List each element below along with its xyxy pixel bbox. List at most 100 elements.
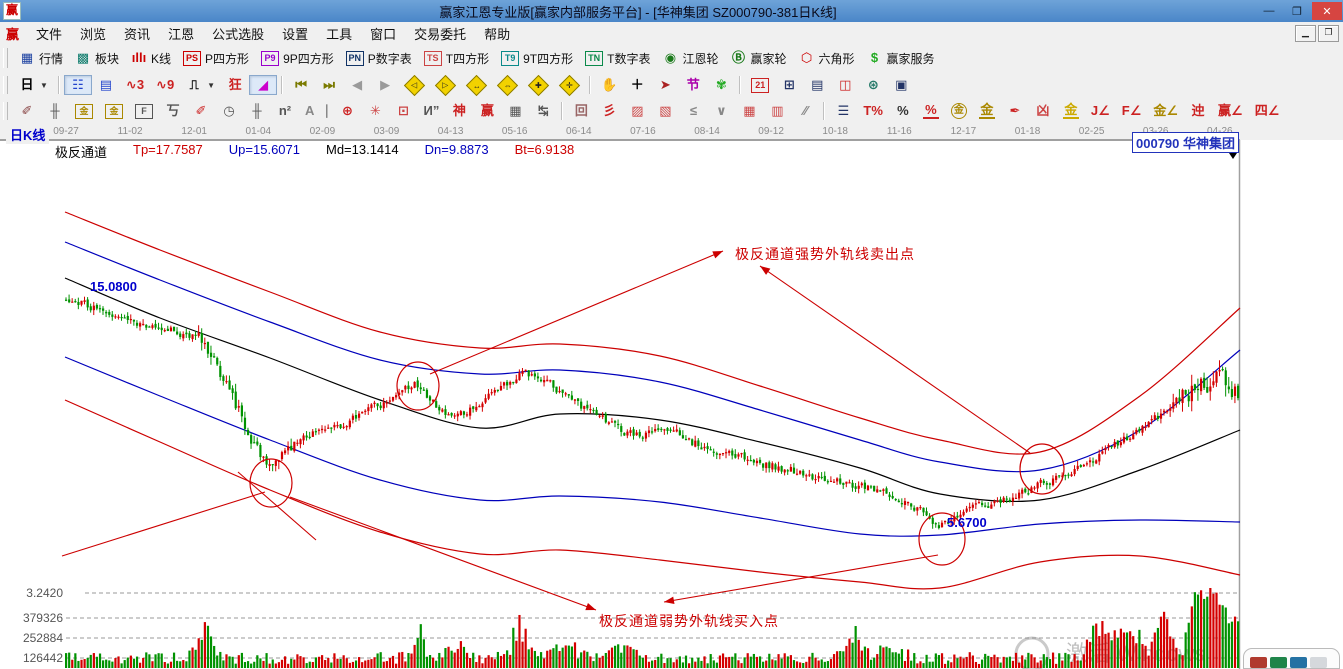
xiong-button[interactable]: 凶 — [1029, 101, 1057, 121]
spiral-button[interactable]: 丂 — [159, 101, 187, 121]
diamond-expand-button[interactable]: ✚ — [523, 75, 554, 96]
corner-box-button[interactable]: 回 — [567, 101, 595, 121]
menu-item-浏览[interactable]: 浏览 — [71, 22, 115, 45]
j-angle-button[interactable]: J∠ — [1085, 101, 1116, 121]
ying-button[interactable]: 赢 — [473, 101, 501, 121]
minimize-button[interactable]: — — [1256, 2, 1282, 20]
hash-lines-button[interactable]: ╫ — [41, 101, 69, 121]
menu-item-文件[interactable]: 文件 — [27, 22, 71, 45]
winner-wheel-button[interactable]: Ⓑ赢家轮 — [724, 48, 792, 69]
candle-style-dropdown[interactable]: ⎍▼ — [180, 75, 221, 95]
kline-chart-canvas[interactable]: 激活 Windows — [0, 124, 1343, 669]
menu-item-窗口[interactable]: 窗口 — [361, 22, 405, 45]
angle-rays-button[interactable]: ≤ — [679, 101, 707, 121]
mdi-minimize-button[interactable]: ▁ — [1295, 25, 1316, 42]
starburst-button[interactable]: ✳ — [361, 101, 389, 121]
diamond-hshrink-button[interactable]: ↔ — [461, 75, 492, 96]
price-pen-button[interactable]: ✐ — [187, 101, 215, 121]
gold-under-button[interactable]: 金 — [1057, 101, 1085, 121]
p-digit-button[interactable]: PNP数字表 — [340, 48, 418, 69]
period-tab-label[interactable]: 日K线 — [6, 125, 49, 144]
n2-button[interactable]: n² — [271, 101, 299, 121]
ying-angle-button[interactable]: 赢∠ — [1212, 101, 1249, 121]
hand-tool-button[interactable]: ✋ — [595, 75, 623, 95]
shade-box-1-button[interactable]: ▨ — [623, 101, 651, 121]
wave-9-button[interactable]: ∿9 — [150, 75, 180, 95]
draw-pen-button[interactable]: ✐ — [13, 101, 41, 121]
t9-square-button[interactable]: T99T四方形 — [495, 48, 579, 69]
f-angle-button[interactable]: F∠ — [1116, 101, 1148, 121]
menu-item-设置[interactable]: 设置 — [273, 22, 317, 45]
t-percent-button[interactable]: T% — [857, 101, 889, 121]
percent-button[interactable]: % — [889, 101, 917, 121]
n-mark-button[interactable]: И” — [417, 101, 445, 121]
menu-item-江恩[interactable]: 江恩 — [159, 22, 203, 45]
gold-circle-button[interactable]: 金 — [945, 101, 973, 121]
clock-button[interactable]: ◷ — [215, 101, 243, 121]
si-angle-button[interactable]: 四∠ — [1249, 101, 1286, 121]
kline-button[interactable]: ıllıK线 — [125, 48, 177, 69]
info-document-button[interactable]: ▤ — [92, 75, 120, 95]
calendar-button[interactable]: 21 — [745, 76, 775, 95]
gold-grid-1-button[interactable]: 金 — [69, 102, 99, 121]
close-button[interactable]: ✕ — [1312, 2, 1342, 20]
width-arrow-button[interactable]: ↹ — [529, 101, 557, 121]
diamond-shrink-button[interactable]: ✛ — [554, 75, 585, 96]
t-square-button[interactable]: TST四方形 — [418, 48, 495, 69]
diamond-right-button[interactable]: ▷ — [430, 75, 461, 96]
gann-wheel-button[interactable]: ◉江恩轮 — [656, 48, 724, 69]
network-button[interactable]: ⊛ — [859, 75, 887, 95]
pointer-tool-button[interactable]: ➤ — [651, 75, 679, 95]
chart-area[interactable]: 09-2711-0212-0101-0402-0903-0904-1305-16… — [0, 124, 1343, 669]
red-seal-button[interactable]: 狂 — [221, 75, 249, 95]
hexagon-button[interactable]: ⬡六角形 — [793, 48, 861, 69]
winner-service-button[interactable]: $赢家服务 — [861, 48, 941, 69]
slant-lines-button[interactable]: ∕∕ — [791, 101, 819, 121]
prev-bar-button[interactable]: ◀ — [343, 75, 371, 95]
menu-item-帮助[interactable]: 帮助 — [475, 22, 519, 45]
ink-brush-button[interactable]: ✒ — [1001, 101, 1029, 121]
calculator-button[interactable]: ⊞ — [775, 75, 803, 95]
compress-pattern-button[interactable]: ☷ — [64, 75, 92, 95]
colorful-chart-button[interactable]: ◢ — [249, 75, 277, 95]
notes-button[interactable]: ▤ — [803, 75, 831, 95]
p9-square-button[interactable]: P99P四方形 — [255, 48, 340, 69]
last-bar-button[interactable]: ⏭ — [315, 75, 343, 95]
sectors-button[interactable]: ▩板块 — [69, 48, 125, 69]
stock-badge[interactable]: 000790 华神集团 — [1132, 132, 1239, 153]
hash2-button[interactable]: ╫ — [243, 101, 271, 121]
menu-item-资讯[interactable]: 资讯 — [115, 22, 159, 45]
first-bar-button[interactable]: ⏮ — [287, 75, 315, 95]
gold-line-button[interactable]: 金 — [973, 101, 1001, 121]
percent-line-button[interactable]: % — [917, 101, 945, 121]
gold-angle-button[interactable]: 金∠ — [1147, 101, 1184, 121]
mdi-restore-button[interactable]: ❐ — [1318, 25, 1339, 42]
t-digit-button[interactable]: TNT数字表 — [579, 48, 656, 69]
p-square-button[interactable]: PSP四方形 — [177, 48, 255, 69]
menu-item-公式选股[interactable]: 公式选股 — [203, 22, 273, 45]
f-grid-button[interactable]: F — [129, 102, 159, 121]
menu-item-交易委托[interactable]: 交易委托 — [405, 22, 475, 45]
shen-button[interactable]: 神 — [445, 101, 473, 121]
restore-button[interactable]: ❐ — [1284, 2, 1310, 20]
a-line-button[interactable]: A⎹ — [299, 101, 333, 121]
menu-item-工具[interactable]: 工具 — [317, 22, 361, 45]
matrix-button[interactable]: ☰ — [829, 101, 857, 121]
rays-button[interactable]: 彡 — [595, 101, 623, 121]
jie-tool-button[interactable]: 节 — [679, 75, 707, 95]
diamond-hexpand-button[interactable]: ⇔ — [492, 75, 523, 96]
gold-grid-2-button[interactable]: 金 — [99, 102, 129, 121]
red-grid-1-button[interactable]: ▦ — [735, 101, 763, 121]
remote-pc-button[interactable]: ▣ — [887, 75, 915, 95]
shade-box-2-button[interactable]: ▧ — [651, 101, 679, 121]
dense-grid-button[interactable]: ▦ — [501, 101, 529, 121]
red-grid-2-button[interactable]: ▥ — [763, 101, 791, 121]
period-daily-dropdown[interactable]: 日▼ — [13, 75, 54, 95]
wave-3-button[interactable]: ∿3 — [120, 75, 150, 95]
save-button[interactable]: ◫ — [831, 75, 859, 95]
floating-mini-panel[interactable] — [1243, 648, 1340, 669]
target-box-button[interactable]: ⊡ — [389, 101, 417, 121]
next-bar-button[interactable]: ▶ — [371, 75, 399, 95]
v-lines-button[interactable]: ∨ — [707, 101, 735, 121]
circle-cross-button[interactable]: ⊕ — [333, 101, 361, 121]
